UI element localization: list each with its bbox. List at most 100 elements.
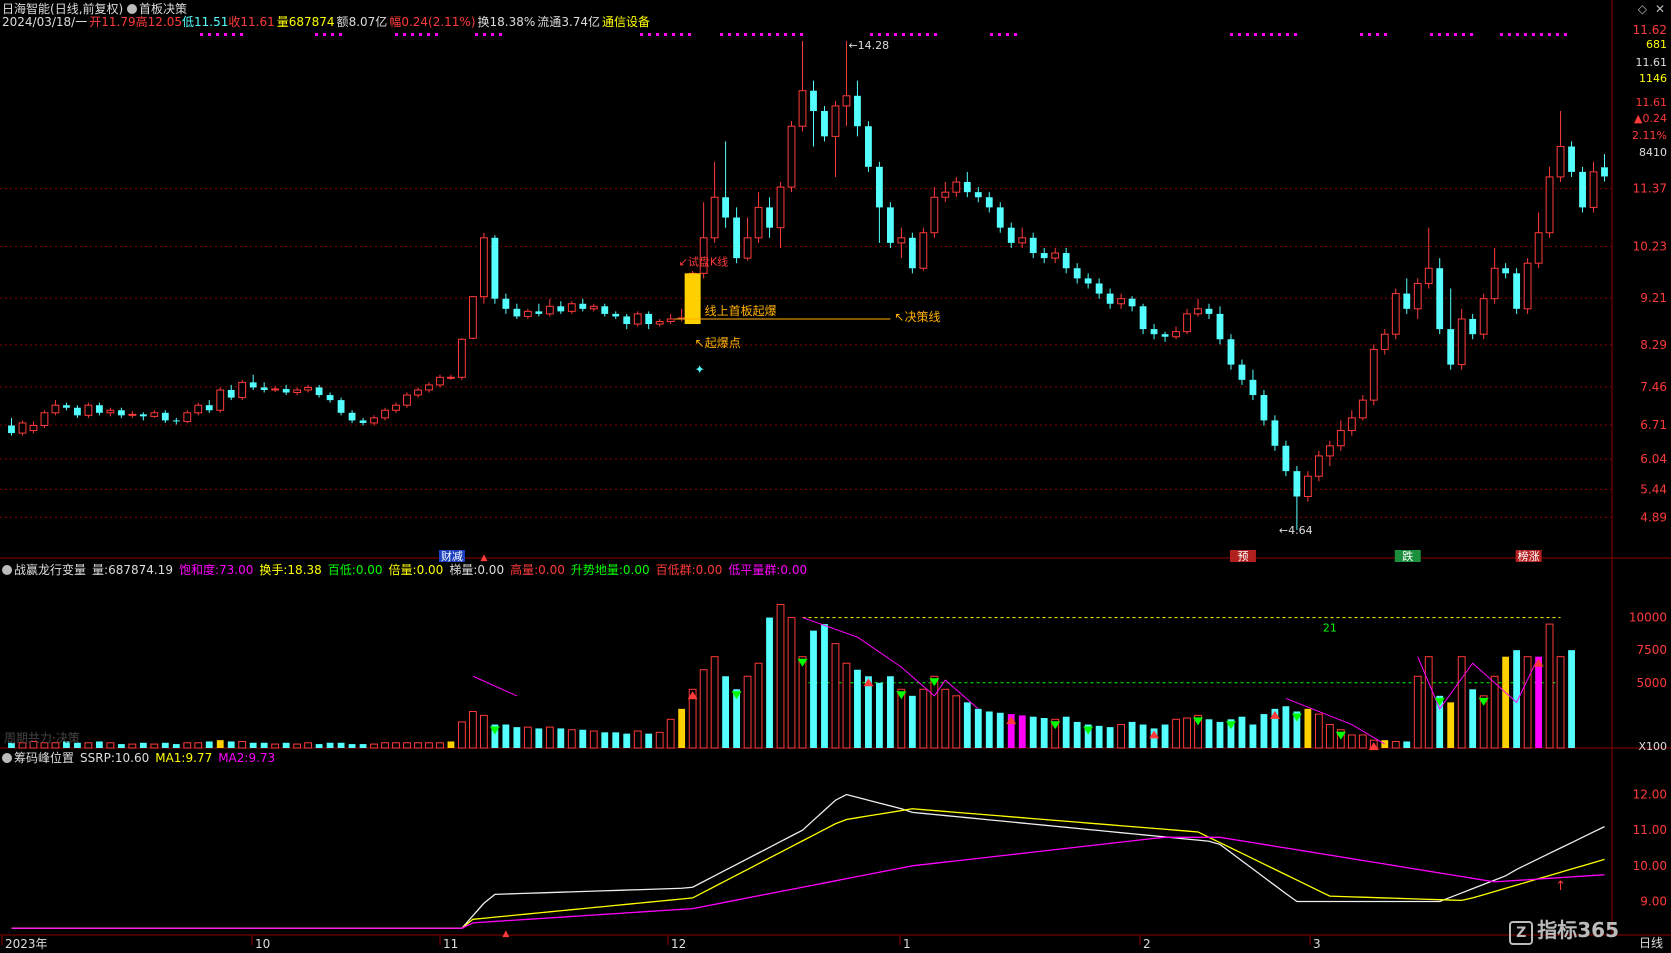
volume-bar[interactable]	[205, 741, 213, 748]
period-selector[interactable]: 日线	[1639, 934, 1663, 951]
candle-body[interactable]	[40, 412, 49, 426]
volume-bar[interactable]	[974, 708, 982, 748]
volume-bar[interactable]	[655, 731, 664, 749]
volume-bar[interactable]	[876, 682, 883, 748]
volume-bar[interactable]	[1523, 656, 1532, 749]
candle-body[interactable]	[1183, 313, 1191, 333]
volume-bar[interactable]	[1358, 734, 1367, 749]
stock-chart[interactable]: ←14.28 ←4.64 ↙试盘K线线上首板起爆 ↖决策线 ↖起爆点 ✦ 财减 ▲ 预 跌 榜涨 2…	[0, 0, 1671, 953]
volume-bar[interactable]	[128, 743, 137, 749]
candle-body[interactable]	[1271, 420, 1279, 446]
candle-body[interactable]	[139, 414, 147, 417]
volume-bar[interactable]	[941, 688, 950, 749]
volume-bar[interactable]	[469, 710, 477, 749]
candle-body[interactable]	[1369, 348, 1378, 401]
candle-body[interactable]	[821, 111, 828, 137]
candle-body[interactable]	[930, 196, 939, 234]
volume-bar[interactable]	[699, 669, 708, 749]
candle-body[interactable]	[1380, 333, 1389, 350]
candle-body[interactable]	[1095, 283, 1103, 294]
candle-body[interactable]	[535, 311, 543, 314]
candle-body[interactable]	[1249, 379, 1257, 396]
candle-body[interactable]	[1117, 298, 1126, 305]
candle-body[interactable]	[1391, 293, 1400, 335]
candle-body[interactable]	[1227, 339, 1235, 365]
candle-body[interactable]	[996, 207, 1004, 228]
volume-bar[interactable]	[842, 662, 851, 749]
volume-bar[interactable]	[172, 744, 180, 748]
candle-body[interactable]	[1260, 395, 1268, 421]
volume-bar[interactable]	[1381, 740, 1389, 748]
volume-bar[interactable]	[381, 742, 389, 749]
candle-body[interactable]	[1073, 268, 1081, 279]
candle-body[interactable]	[326, 395, 334, 401]
volume-bar[interactable]	[1556, 656, 1565, 749]
volume-bar[interactable]	[612, 732, 620, 748]
volume-bar[interactable]	[359, 744, 367, 748]
candle-body[interactable]	[63, 405, 70, 408]
candle-body[interactable]	[128, 413, 137, 416]
candle-body[interactable]	[502, 298, 510, 309]
volume-bar[interactable]	[1095, 725, 1103, 748]
volume-bar[interactable]	[567, 729, 576, 749]
volume-bar[interactable]	[436, 742, 444, 749]
candle-body[interactable]	[710, 196, 719, 239]
volume-bar[interactable]	[337, 742, 345, 748]
candle-body[interactable]	[337, 400, 345, 413]
candle-body[interactable]	[304, 386, 313, 391]
volume-bar[interactable]	[1128, 721, 1136, 748]
candle-body[interactable]	[722, 197, 730, 218]
candle-body[interactable]	[238, 381, 247, 399]
candle-body[interactable]	[381, 409, 389, 419]
candle-body[interactable]	[436, 376, 444, 386]
panel2-name[interactable]: 战赢龙行变量	[14, 563, 86, 577]
volume-bar[interactable]	[1238, 716, 1246, 748]
volume-bar[interactable]	[249, 742, 257, 748]
candle-body[interactable]	[886, 207, 894, 243]
candle-body[interactable]	[985, 197, 993, 208]
candle-body[interactable]	[908, 237, 916, 269]
candle-body[interactable]	[117, 410, 125, 416]
candle-body[interactable]	[1062, 253, 1070, 269]
volume-bar[interactable]	[348, 744, 356, 748]
volume-bar[interactable]	[985, 711, 993, 748]
candle-body[interactable]	[29, 424, 38, 432]
volume-bar[interactable]	[930, 675, 939, 749]
volume-bar[interactable]	[216, 740, 224, 748]
candle-body[interactable]	[1513, 273, 1521, 309]
diamond-icon[interactable]: ◇	[1638, 2, 1647, 16]
volume-bar[interactable]	[260, 742, 268, 748]
candle-body[interactable]	[623, 316, 631, 325]
volume-bar[interactable]	[117, 744, 125, 748]
candle-body[interactable]	[1336, 430, 1345, 447]
candle-body[interactable]	[84, 404, 93, 416]
volume-bar[interactable]	[282, 742, 290, 748]
volume-bar[interactable]	[589, 730, 598, 749]
candle-body[interactable]	[666, 318, 675, 323]
candle-body[interactable]	[1161, 334, 1169, 337]
volume-bar[interactable]	[633, 730, 642, 749]
candle-body[interactable]	[842, 95, 851, 107]
volume-bar[interactable]	[1457, 656, 1466, 749]
volume-bar[interactable]	[414, 742, 422, 749]
candle-body[interactable]	[1150, 329, 1158, 335]
volume-bar[interactable]	[666, 718, 675, 749]
candle-body[interactable]	[1282, 445, 1290, 472]
volume-bar[interactable]	[601, 732, 609, 748]
candle-body[interactable]	[315, 387, 323, 396]
candle-body[interactable]	[172, 420, 180, 422]
candle-body[interactable]	[1325, 445, 1334, 457]
candle-body[interactable]	[1194, 308, 1202, 315]
candle-body[interactable]	[1029, 237, 1037, 254]
volume-bar[interactable]	[370, 743, 378, 749]
settings-dot-icon[interactable]	[127, 4, 138, 14]
volume-bar[interactable]	[1469, 689, 1477, 748]
volume-bar[interactable]	[194, 742, 203, 749]
volume-bar[interactable]	[1139, 724, 1147, 748]
candle-body[interactable]	[963, 182, 971, 193]
candle-body[interactable]	[776, 186, 785, 229]
volume-bar[interactable]	[1568, 650, 1575, 748]
candle-body[interactable]	[865, 126, 872, 167]
candle-body[interactable]	[831, 105, 840, 137]
volume-bar[interactable]	[798, 656, 807, 749]
